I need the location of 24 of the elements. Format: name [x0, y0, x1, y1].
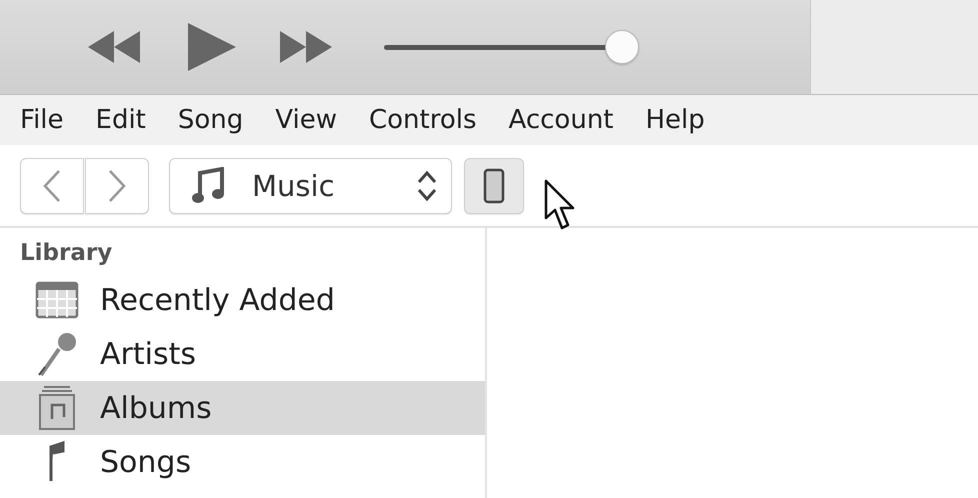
sidebar-heading: Library: [19, 239, 114, 268]
back-button[interactable]: [20, 158, 84, 214]
menu-item[interactable]: View: [265, 105, 347, 135]
album-stack-icon: [36, 385, 78, 431]
chevron-left-icon: [42, 168, 62, 202]
sidebar-item[interactable]: Songs: [0, 435, 485, 489]
menu-item[interactable]: File: [10, 105, 74, 135]
sidebar-item[interactable]: Artists: [0, 327, 485, 381]
menu-item[interactable]: Song: [168, 105, 254, 135]
menu-item[interactable]: Edit: [86, 105, 156, 135]
chevron-right-icon: [107, 168, 127, 202]
calendar-grid-icon: [35, 281, 79, 319]
phone-icon: [483, 168, 505, 204]
menu-item[interactable]: Help: [636, 105, 715, 135]
menu-item[interactable]: Controls: [358, 105, 487, 135]
menu-item[interactable]: Account: [498, 105, 624, 135]
chevron-up-down-icon: [417, 168, 437, 202]
sidebar-item[interactable]: Albums: [0, 381, 485, 435]
media-selector[interactable]: Music: [169, 158, 452, 214]
device-button[interactable]: [464, 158, 524, 214]
volume-thumb[interactable]: [604, 30, 638, 64]
forward-button[interactable]: [85, 158, 149, 214]
play-button[interactable]: [186, 21, 238, 73]
sidebar-item[interactable]: Recently Added: [0, 273, 485, 327]
